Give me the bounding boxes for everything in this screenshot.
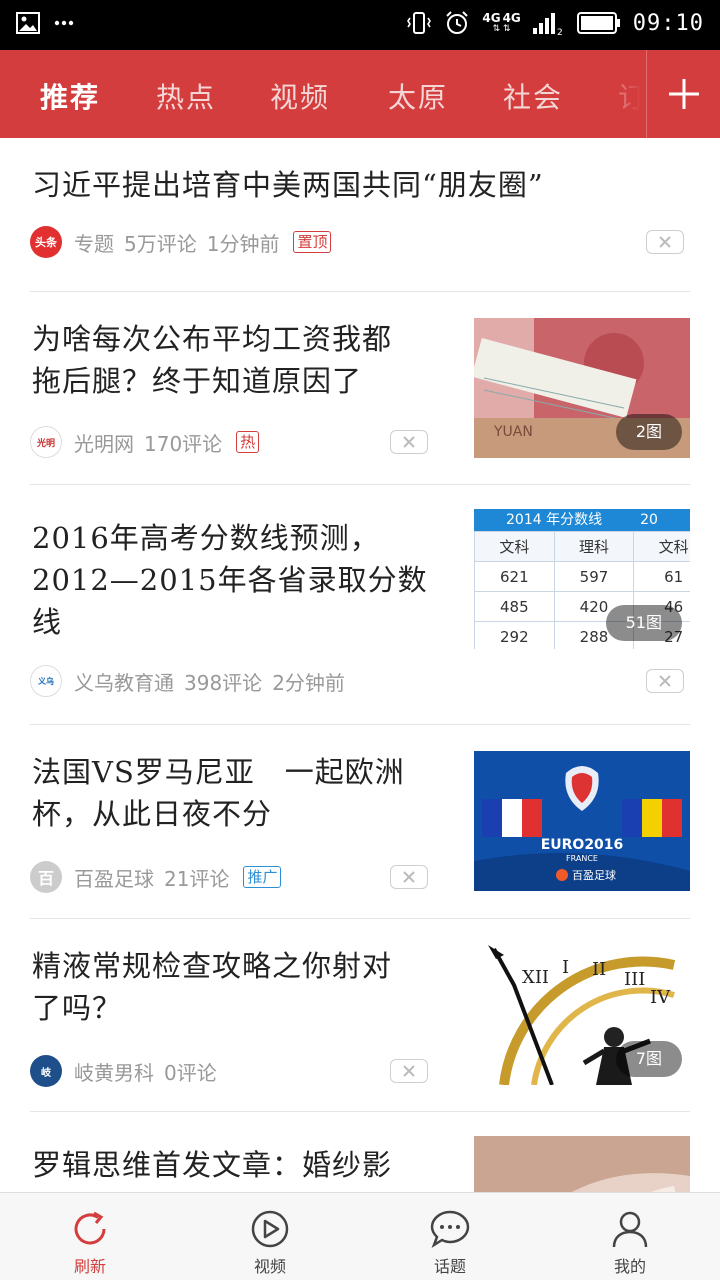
score-table-header: 2014 年分数线 20 xyxy=(474,509,690,531)
dismiss-button[interactable] xyxy=(390,865,428,889)
news-item[interactable]: 罗辑思维首发文章：婚纱影 xyxy=(30,1112,690,1192)
user-icon xyxy=(612,1211,648,1248)
qihuang-logo-icon: 岐 xyxy=(30,1055,62,1087)
news-source: 专题 xyxy=(74,231,114,256)
bottom-navigation: 刷新 视频 话题 我的 xyxy=(0,1192,720,1280)
battery-icon xyxy=(576,12,620,34)
news-comments: 21评论 xyxy=(164,866,230,891)
news-thumbnail[interactable]: YUAN 2图 xyxy=(474,318,690,458)
svg-text:XII: XII xyxy=(522,967,549,988)
euro2016-image: EURO2016 FRANCE 百盈足球 xyxy=(474,751,690,891)
close-icon xyxy=(659,236,671,248)
news-item[interactable]: 2016年高考分数线预测， 2012—2015年各省录取分数 线 义乌 义乌教育… xyxy=(30,485,690,725)
nav-video[interactable]: 视频 xyxy=(210,1193,330,1280)
news-title[interactable]: 2016年高考分数线预测， 2012—2015年各省录取分数 线 xyxy=(32,517,428,643)
svg-text:II: II xyxy=(592,959,606,980)
news-comments: 398评论 xyxy=(184,670,263,695)
svg-text:FRANCE: FRANCE xyxy=(566,854,598,863)
news-thumbnail[interactable]: XII I II III IV 7图 xyxy=(474,945,690,1085)
plus-icon xyxy=(668,79,699,109)
news-thumbnail[interactable]: EURO2016 FRANCE 百盈足球 xyxy=(474,751,690,891)
news-time: 2分钟前 xyxy=(272,670,345,695)
play-icon xyxy=(251,1210,289,1248)
more-notifications-icon xyxy=(54,20,74,26)
news-item[interactable]: 习近平提出培育中美两国共同“朋友圈” 头条 专题 5万评论 1分钟前 置顶 xyxy=(30,138,690,292)
news-title[interactable]: 法国VS罗马尼亚 一起欧洲 杯，从此日夜不分 xyxy=(32,751,405,835)
svg-text:I: I xyxy=(562,957,569,978)
close-icon xyxy=(403,871,415,883)
news-source: 百盈足球 xyxy=(74,866,154,891)
alarm-icon xyxy=(446,11,469,34)
news-title[interactable]: 习近平提出培育中美两国共同“朋友圈” xyxy=(32,164,544,206)
nav-me[interactable]: 我的 xyxy=(570,1193,690,1280)
tab-society[interactable]: 社会 xyxy=(503,76,563,116)
network-type-2: 4G xyxy=(502,11,521,25)
dismiss-button[interactable] xyxy=(390,1059,428,1083)
nav-topics[interactable]: 话题 xyxy=(390,1193,510,1280)
refresh-icon xyxy=(74,1211,106,1245)
status-bar: 4G 4G ⇅ ⇅ 2 09:10 xyxy=(0,0,720,50)
news-item[interactable]: 精液常规检查攻略之你射对 了吗？ 岐 岐黄男科 0评论 XII I II III… xyxy=(30,919,690,1112)
news-source: 光明网 xyxy=(74,431,134,456)
svg-text:EURO2016: EURO2016 xyxy=(541,837,624,853)
network-type-1: 4G xyxy=(482,11,501,25)
picture-count-badge: 51图 xyxy=(605,605,682,641)
wedding-photo-image xyxy=(474,1136,690,1192)
hot-tag: 热 xyxy=(236,431,260,453)
news-thumbnail[interactable]: 2014 年分数线 20 文科 理科 文科 621 597 61 485 420 … xyxy=(474,509,690,649)
picture-count-badge: 7图 xyxy=(615,1041,682,1077)
news-item[interactable]: 法国VS罗马尼亚 一起欧洲 杯，从此日夜不分 百 百盈足球 21评论 推广 EU… xyxy=(30,725,690,919)
svg-text:IV: IV xyxy=(650,987,671,1008)
dismiss-button[interactable] xyxy=(390,430,428,454)
news-comments: 5万评论 xyxy=(124,231,197,256)
news-item[interactable]: 为啥每次公布平均工资我都 拖后腿？终于知道原因了 光明 光明网 170评论 热 … xyxy=(30,292,690,485)
close-icon xyxy=(659,675,671,687)
chat-icon xyxy=(430,1210,470,1249)
tab-recommend[interactable]: 推荐 xyxy=(40,76,100,116)
add-channel-button[interactable] xyxy=(646,50,720,138)
news-source: 岐黄男科 xyxy=(74,1060,154,1085)
dismiss-button[interactable] xyxy=(646,230,684,254)
news-source: 义乌教育通 xyxy=(74,670,174,695)
tab-video[interactable]: 视频 xyxy=(270,76,330,116)
news-title[interactable]: 罗辑思维首发文章：婚纱影 xyxy=(32,1144,392,1186)
picture-count-badge: 2图 xyxy=(615,414,682,450)
svg-text:III: III xyxy=(624,969,645,990)
gallery-notification-icon xyxy=(16,12,40,34)
nav-refresh[interactable]: 刷新 xyxy=(30,1193,150,1280)
signal-icon: 2 xyxy=(532,13,563,36)
clock: 09:10 xyxy=(632,10,704,36)
channel-tab-bar: 推荐 热点 视频 太原 社会 订阅 xyxy=(0,50,720,138)
news-feed[interactable]: 习近平提出培育中美两国共同“朋友圈” 头条 专题 5万评论 1分钟前 置顶 为啥… xyxy=(0,138,720,1192)
svg-text:YUAN: YUAN xyxy=(493,424,533,440)
news-title[interactable]: 精液常规检查攻略之你射对 了吗？ xyxy=(32,945,392,1029)
channel-tabs: 推荐 热点 视频 太原 社会 订阅 xyxy=(0,50,646,138)
promoted-tag: 推广 xyxy=(243,866,282,888)
close-icon xyxy=(403,436,415,448)
news-time: 1分钟前 xyxy=(206,231,280,256)
tab-hot[interactable]: 热点 xyxy=(156,76,216,116)
news-comments: 0评论 xyxy=(164,1060,217,1085)
pinned-tag: 置顶 xyxy=(293,231,332,253)
sim-index: 2 xyxy=(557,28,563,36)
dismiss-button[interactable] xyxy=(646,669,684,693)
news-title[interactable]: 为啥每次公布平均工资我都 拖后腿？终于知道原因了 xyxy=(32,318,392,402)
news-thumbnail[interactable] xyxy=(474,1136,690,1192)
news-comments: 170评论 xyxy=(144,431,223,456)
svg-text:百盈足球: 百盈足球 xyxy=(572,868,616,882)
close-icon xyxy=(403,1065,415,1077)
source-avatar-icon: 百 xyxy=(30,861,62,893)
guangming-logo-icon: 光明 xyxy=(30,426,62,458)
toutiao-badge-icon: 头条 xyxy=(30,226,62,258)
yiwu-education-logo-icon: 义乌 xyxy=(30,665,62,697)
tab-taiyuan[interactable]: 太原 xyxy=(388,76,448,116)
vibrate-icon xyxy=(407,12,432,34)
